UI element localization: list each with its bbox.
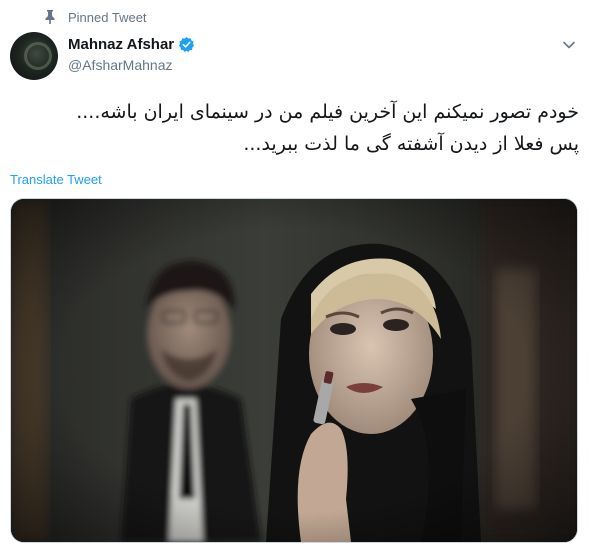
photo-image <box>11 199 577 542</box>
pin-icon <box>44 10 56 24</box>
pinned-tweet-indicator: Pinned Tweet <box>44 8 147 26</box>
pinned-tweet-label: Pinned Tweet <box>68 9 147 25</box>
author-name-row[interactable]: Mahnaz Afshar <box>68 36 195 53</box>
tweet-text-line: پس فعلا از دیدن آشفته گی ما لذت ببرید... <box>243 133 579 155</box>
tweet-photo[interactable] <box>10 198 578 543</box>
translate-tweet-link[interactable]: Translate Tweet <box>10 172 102 187</box>
tweet-text: خودم تصور نمیکنم این آخرین فیلم من در سی… <box>19 96 579 160</box>
avatar[interactable] <box>10 32 58 80</box>
user-handle[interactable]: @AfsharMahnaz <box>68 57 172 73</box>
tweet-text-line: خودم تصور نمیکنم این آخرین فیلم من در سی… <box>76 101 579 123</box>
verified-badge-icon <box>178 36 195 53</box>
chevron-down-icon[interactable] <box>560 36 578 54</box>
tweet-card[interactable]: Pinned Tweet Mahnaz Afshar @AfsharMahnaz… <box>0 0 589 550</box>
display-name[interactable]: Mahnaz Afshar <box>68 36 174 53</box>
